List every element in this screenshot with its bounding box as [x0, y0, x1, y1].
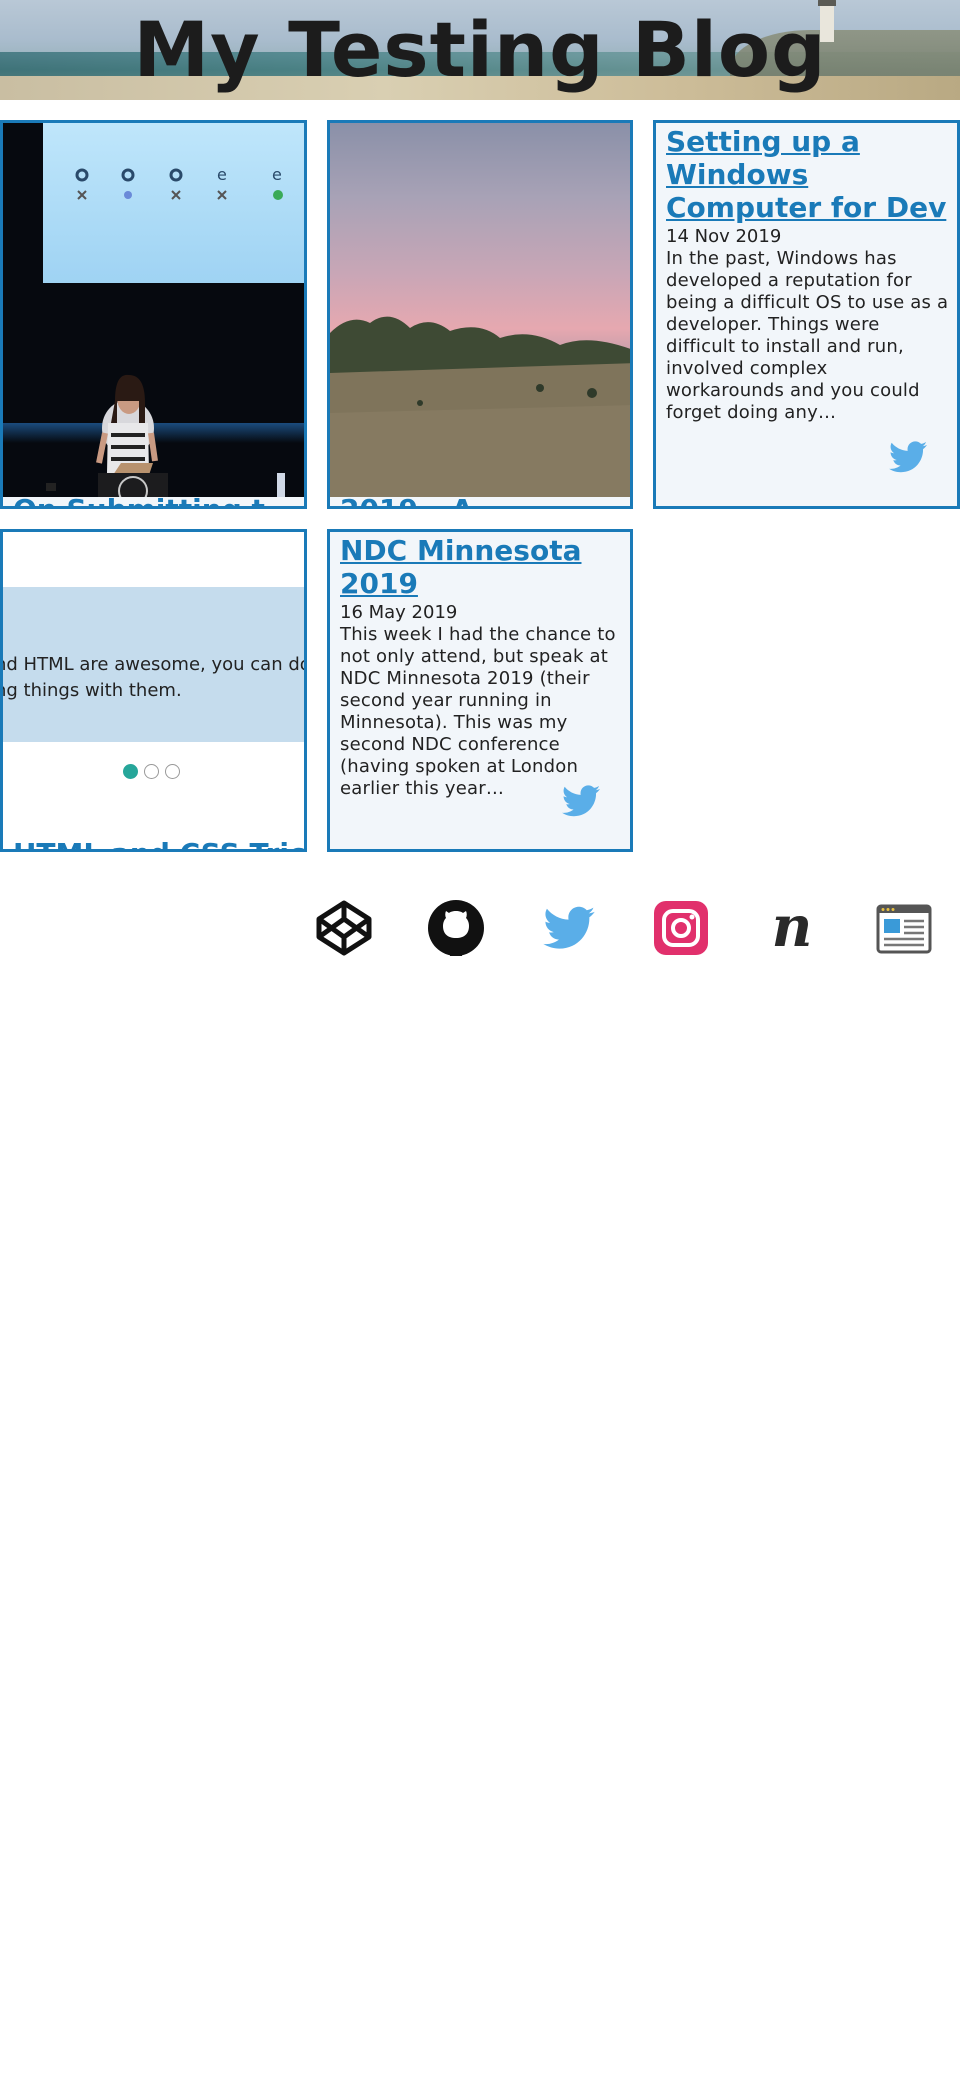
notist-icon: n	[772, 894, 813, 960]
post-date: 16 May 2019	[340, 602, 458, 623]
github-icon	[428, 900, 484, 956]
post-thumbnail[interactable]: nd HTML are awesome, you can do so ma ng…	[3, 532, 304, 842]
post-title-link[interactable]: HTML and CSS Trick	[13, 837, 304, 849]
twitter-share-icon[interactable]	[562, 785, 600, 817]
carousel-dot[interactable]	[165, 764, 180, 779]
post-date: 14 Nov 2019	[666, 226, 782, 247]
post-card[interactable]: 2019 – A	[327, 120, 633, 509]
notist-link[interactable]: n	[762, 894, 822, 960]
sunset-landscape-photo	[330, 123, 630, 497]
github-link[interactable]	[426, 898, 486, 958]
svg-text:n: n	[772, 898, 813, 958]
post-card[interactable]: Setting up a Windows Computer for Dev 14…	[653, 120, 960, 509]
site-title[interactable]: My Testing Blog	[0, 0, 960, 100]
post-title-link[interactable]: NDC Minnesota 2019	[340, 534, 622, 600]
carousel-dot[interactable]	[144, 764, 159, 779]
post-title-link[interactable]: On Submitting t	[13, 493, 265, 506]
slide-line: nd HTML are awesome, you can do so ma	[3, 654, 304, 675]
twitter-icon	[543, 906, 595, 949]
site-header: My Testing Blog	[0, 0, 960, 100]
post-card[interactable]: ee	[0, 120, 307, 509]
post-card[interactable]: nd HTML are awesome, you can do so ma ng…	[0, 529, 307, 852]
twitter-link[interactable]	[539, 898, 599, 958]
post-card[interactable]: NDC Minnesota 2019 16 May 2019 This week…	[327, 529, 633, 852]
post-body: Setting up a Windows Computer for Dev 14…	[666, 125, 949, 424]
instagram-icon	[654, 901, 708, 955]
slide-text: nd HTML are awesome, you can do so ma ng…	[3, 652, 304, 704]
codepen-icon	[316, 900, 372, 956]
twitter-share-icon[interactable]	[889, 441, 927, 473]
post-excerpt: This week I had the chance to not only a…	[340, 624, 616, 799]
post-title-link[interactable]: Setting up a Windows Computer for Dev	[666, 125, 949, 224]
instagram-link[interactable]	[651, 898, 711, 958]
post-thumbnail[interactable]	[330, 123, 630, 497]
blog-link[interactable]	[874, 898, 934, 958]
post-title-link[interactable]: 2019 – A	[340, 493, 473, 506]
post-body: NDC Minnesota 2019 16 May 2019 This week…	[340, 534, 622, 800]
post-thumbnail[interactable]: ee	[3, 123, 304, 497]
slide-line: ng things with them.	[3, 680, 182, 701]
codepen-link[interactable]	[314, 898, 374, 958]
carousel-dot[interactable]	[123, 764, 138, 779]
carousel-dots	[123, 764, 186, 783]
blog-icon	[876, 904, 932, 954]
conference-stage-photo: ee	[3, 123, 304, 497]
post-excerpt: In the past, Windows has developed a rep…	[666, 248, 949, 423]
